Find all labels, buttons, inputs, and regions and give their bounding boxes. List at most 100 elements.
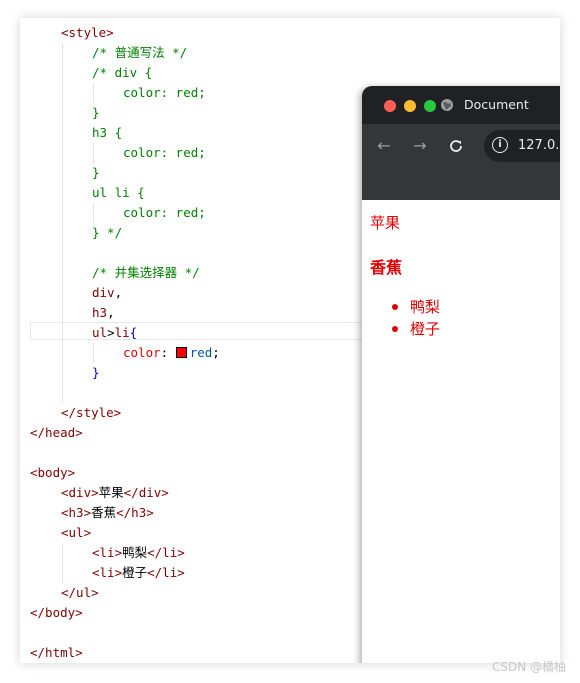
code-token: color: red;: [123, 145, 206, 160]
code-line: </head>: [30, 423, 83, 443]
code-token: :: [160, 345, 176, 360]
code-line: color: red;: [123, 203, 206, 223]
info-icon[interactable]: i: [492, 137, 508, 153]
code-token: ul li {: [92, 185, 145, 200]
code-token: </li>: [147, 545, 185, 560]
code-line: </ul>: [61, 583, 99, 603]
code-line: /* 普通写法 */: [92, 43, 187, 63]
code-line: h3,: [92, 303, 115, 323]
page-h3-heading: 香蕉: [370, 258, 403, 277]
code-line: } */: [92, 223, 122, 243]
indent-guide: [93, 203, 94, 223]
code-token: </h3>: [116, 505, 154, 520]
code-token: <div>: [61, 485, 99, 500]
code-line: }: [92, 163, 100, 183]
bookmarks-bar: [362, 168, 560, 200]
code-token: 苹果: [98, 485, 124, 500]
tab-title[interactable]: Document: [464, 86, 529, 124]
code-line: h3 {: [92, 123, 122, 143]
code-line: color: red;: [123, 83, 206, 103]
code-token: <li>: [92, 545, 123, 560]
code-token: </style>: [61, 405, 122, 420]
indent-guide: [93, 143, 94, 163]
code-token: ;: [212, 345, 220, 360]
code-token: /* 并集选择器 */: [92, 265, 200, 280]
code-line: <li>鸭梨</li>: [92, 543, 185, 563]
screenshot-frame: <style> /* 普通写法 */ /* div { color: red;} h3 …: [20, 18, 560, 663]
code-token: </div>: [123, 485, 169, 500]
code-token: </html>: [30, 645, 83, 660]
code-token: 橙子: [122, 565, 148, 580]
globe-icon: [441, 99, 453, 111]
maximize-window-button[interactable]: [424, 100, 436, 112]
forward-arrow-icon[interactable]: →: [410, 136, 430, 156]
watermark: CSDN @橘柚: [491, 660, 566, 674]
code-token: } */: [92, 225, 123, 240]
browser-window[interactable]: Document ← → i 127.0. 苹果 香蕉 鸭梨 橙子: [362, 86, 560, 663]
code-line: div,: [92, 283, 122, 303]
code-line: }: [92, 363, 100, 383]
reload-icon[interactable]: [446, 136, 466, 156]
code-token: <ul>: [61, 525, 92, 540]
list-item: 橙子: [410, 320, 441, 338]
code-token: }: [92, 165, 100, 180]
page-div-text: 苹果: [370, 214, 401, 232]
code-token: </ul>: [61, 585, 99, 600]
code-token: {: [129, 325, 138, 340]
code-token: ul: [92, 325, 108, 340]
browser-toolbar: ← → i 127.0.: [362, 124, 560, 168]
browser-titlebar[interactable]: Document: [362, 86, 560, 124]
code-token: ,: [107, 305, 115, 320]
code-token: h3: [92, 305, 108, 320]
page-viewport: 苹果 香蕉 鸭梨 橙子: [362, 200, 560, 663]
indent-guide: [62, 543, 63, 583]
code-line: <li>橙子</li>: [92, 563, 185, 583]
code-token: red: [189, 345, 213, 360]
color-swatch-icon[interactable]: [175, 347, 187, 358]
indent-guide: [62, 43, 63, 403]
code-token: </body>: [30, 605, 83, 620]
code-token: <style>: [61, 25, 114, 40]
code-token: <li>: [92, 565, 123, 580]
code-line: color: red;: [123, 143, 206, 163]
url-text: 127.0.: [518, 138, 560, 153]
code-token: color: red;: [123, 85, 206, 100]
code-token: li: [114, 325, 130, 340]
code-line: </body>: [30, 603, 83, 623]
code-token: <body>: [30, 465, 76, 480]
code-token: >: [107, 325, 115, 340]
list-item: 鸭梨: [410, 298, 441, 316]
back-arrow-icon[interactable]: ←: [374, 136, 394, 156]
code-token: /* div {: [92, 65, 153, 80]
code-line: <div>苹果</div>: [61, 483, 169, 503]
code-token: color: [123, 345, 161, 360]
minimize-window-button[interactable]: [404, 100, 416, 112]
code-token: 鸭梨: [122, 545, 148, 560]
code-token: <h3>: [61, 505, 92, 520]
code-token: </li>: [147, 565, 185, 580]
code-line: <ul>: [61, 523, 91, 543]
indent-guide: [93, 83, 94, 103]
address-bar[interactable]: i 127.0.: [484, 130, 560, 162]
code-line: /* div {: [92, 63, 152, 83]
code-token: }: [92, 105, 100, 120]
code-line: ul li {: [92, 183, 145, 203]
code-line: color: red;: [123, 343, 220, 363]
close-window-button[interactable]: [384, 100, 396, 112]
code-token: ,: [114, 285, 123, 300]
code-line: </html>: [30, 643, 83, 663]
code-line: }: [92, 103, 100, 123]
code-token: color: red;: [123, 205, 206, 220]
indent-guide: [93, 343, 94, 363]
code-line: ul>li{: [92, 323, 137, 343]
code-token: </head>: [30, 425, 83, 440]
code-line: <body>: [30, 463, 75, 483]
list-bullet: [392, 326, 398, 332]
code-line: /* 并集选择器 */: [92, 263, 200, 283]
code-token: /* 普通写法 */: [92, 45, 188, 60]
code-token: div: [92, 285, 115, 300]
code-line: <h3>香蕉</h3>: [61, 503, 154, 523]
code-line: <style>: [61, 23, 114, 43]
code-token: }: [92, 365, 100, 380]
code-token: h3 {: [92, 125, 123, 140]
